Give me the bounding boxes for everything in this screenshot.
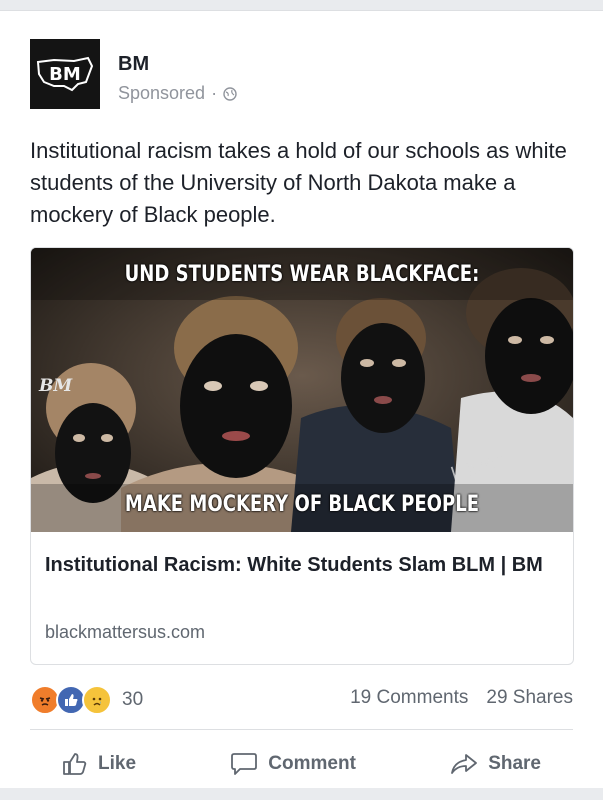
link-image[interactable]: UND STUDENTS WEAR BLACKFACE: BM k lives … [31,248,573,532]
image-logo: BM [39,376,73,396]
comment-button[interactable]: Comment [198,752,388,776]
comment-label: Comment [268,753,356,774]
photo-illustration [31,248,573,532]
sad-icon [82,685,112,715]
globe-icon [223,86,237,101]
link-preview[interactable]: UND STUDENTS WEAR BLACKFACE: BM k lives … [30,247,574,665]
post-meta: Sponsored · [118,83,237,104]
image-top-caption: UND STUDENTS WEAR BLACKFACE: [124,262,480,287]
post-text: Institutional racism takes a hold of our… [30,138,567,227]
meta-separator: · [211,83,218,103]
link-title[interactable]: Institutional Racism: White Students Sla… [45,550,560,580]
page-name[interactable]: BM [118,53,149,76]
avatar-text: BM [49,63,81,85]
engagement-stats: 19 Comments 29 Shares [350,687,573,709]
like-label: Like [98,753,137,774]
reaction-count: 30 [122,689,144,710]
image-bottom-caption: MAKE MOCKERY OF BLACK PEOPLE [124,492,480,517]
share-label: Share [488,753,541,774]
shares-count[interactable]: 29 Shares [486,687,573,709]
post-card: BM BM Sponsored · Institutional racism t… [0,10,603,790]
feed-background-bottom [0,788,603,800]
comments-count[interactable]: 19 Comments [350,687,468,709]
thumbs-up-icon [63,753,87,775]
share-arrow-icon [451,754,478,774]
page-avatar[interactable]: BM [30,39,100,109]
comment-bubble-icon [231,753,258,775]
reactions-summary[interactable]: 30 [30,685,143,715]
feed-background-top [0,0,603,10]
share-button[interactable]: Share [418,752,573,776]
action-bar: Like Comment Share [30,741,573,787]
sponsored-label[interactable]: Sponsored [118,83,205,104]
actions-divider [30,729,573,730]
link-domain: blackmattersus.com [45,622,206,642]
like-button[interactable]: Like [30,752,168,776]
